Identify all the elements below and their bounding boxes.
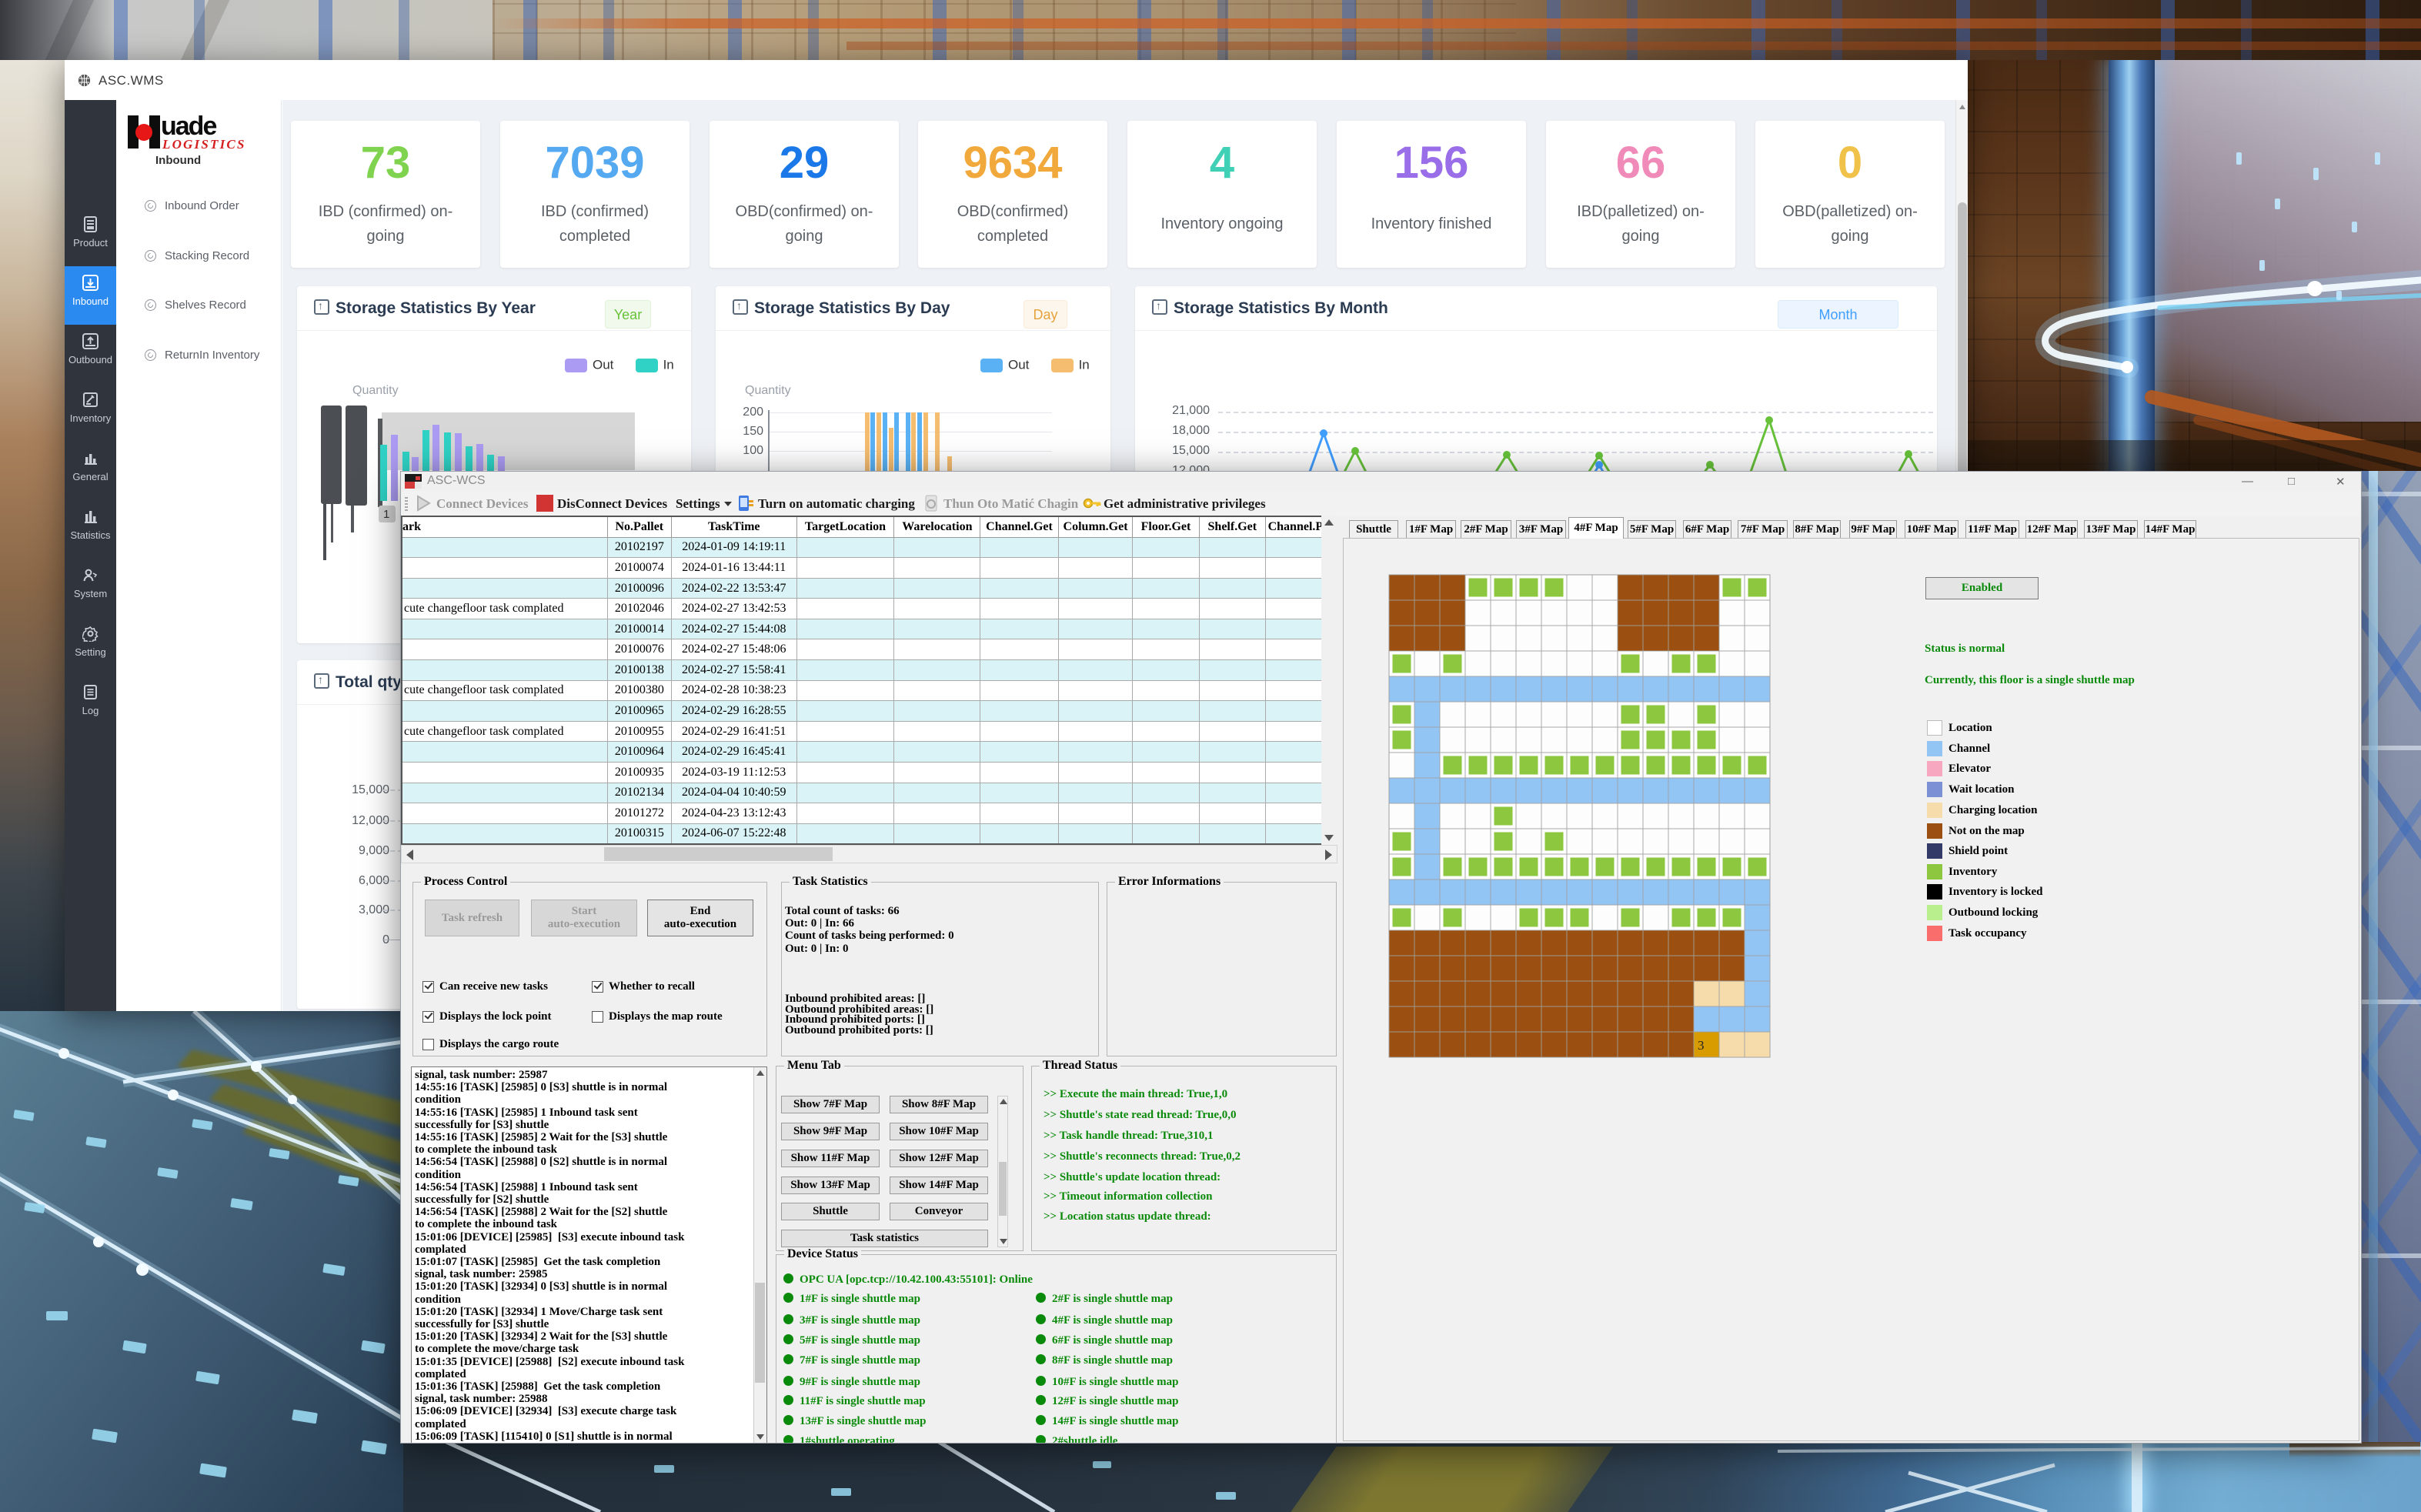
svg-text:3: 3 — [1698, 1038, 1705, 1053]
svg-text:LOGISTICS: LOGISTICS — [162, 137, 246, 152]
